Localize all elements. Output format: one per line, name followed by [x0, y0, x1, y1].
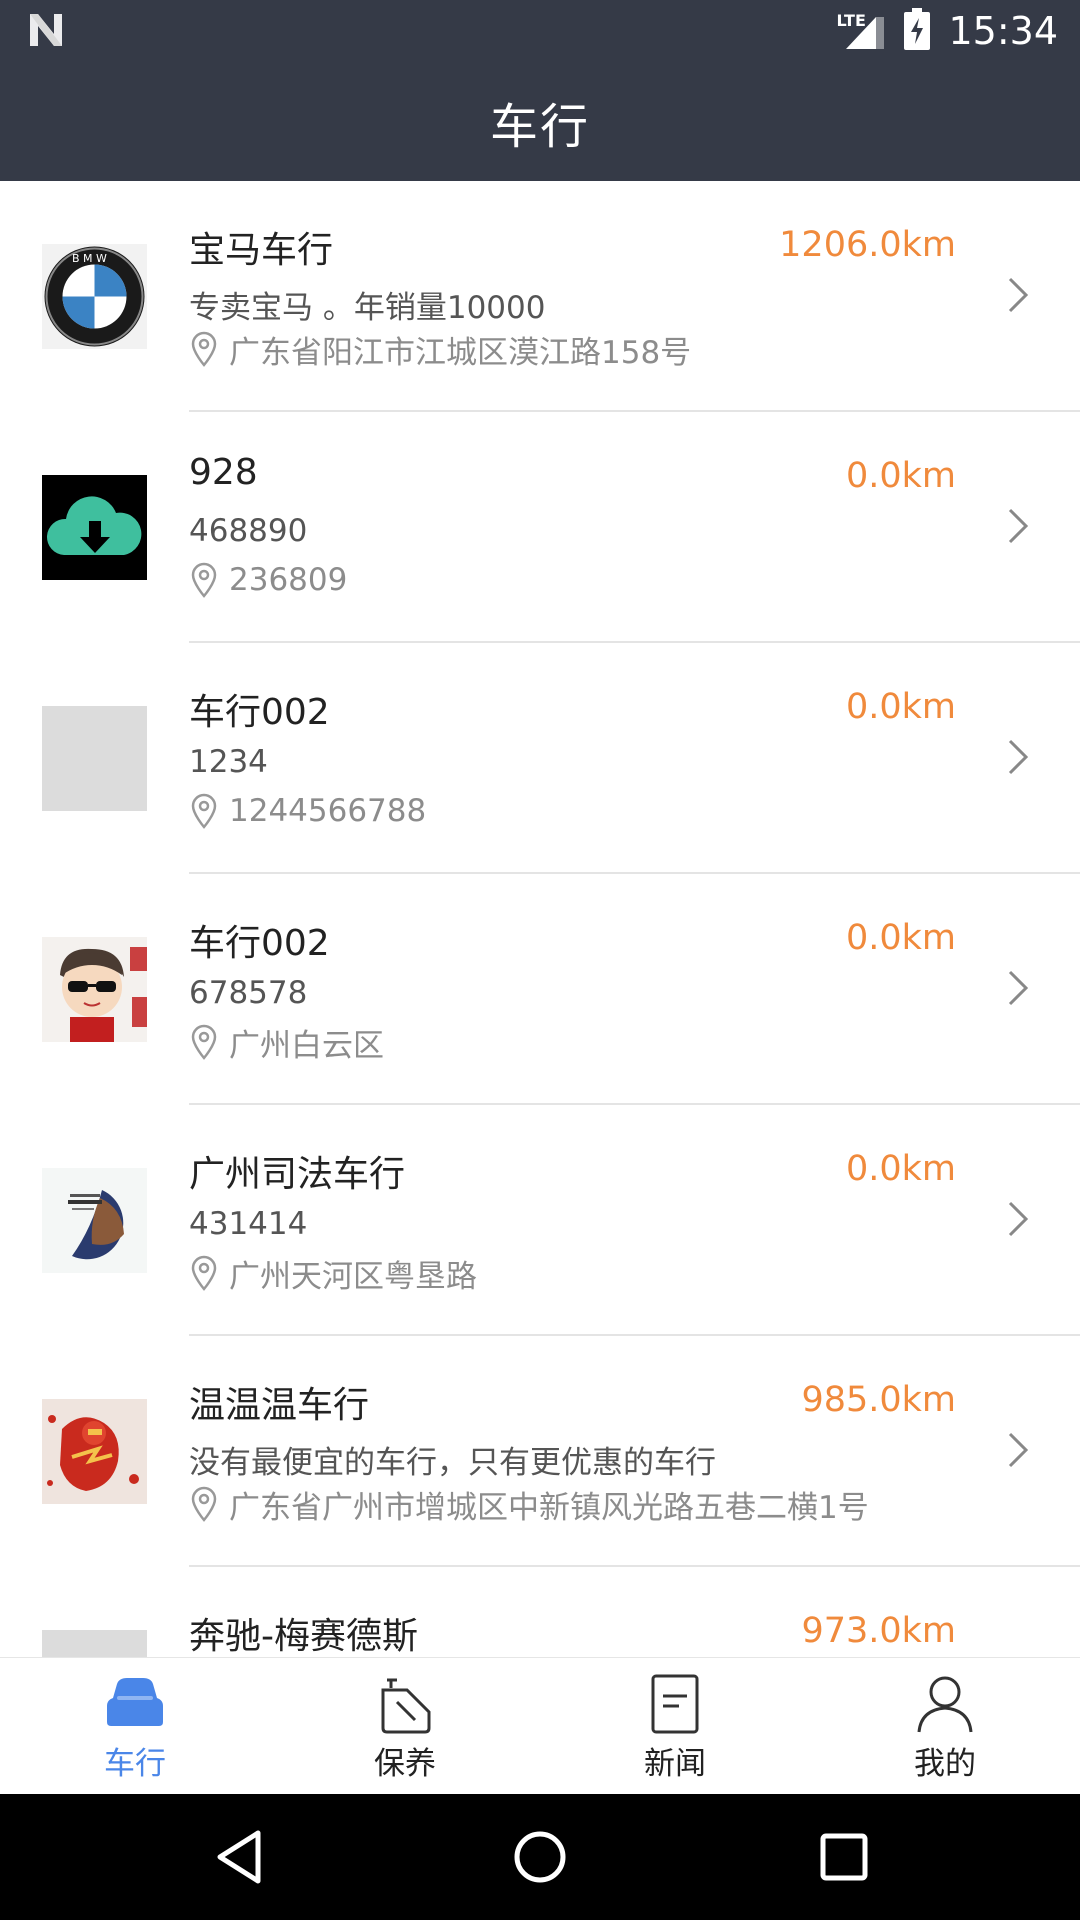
list-item[interactable]: 广州司法车行 0.0km 431414 广州天河区粤垦路 [0, 1105, 1080, 1336]
dealer-address: 广州天河区粤垦路 [229, 1258, 477, 1295]
dealer-distance: 985.0km [801, 1380, 956, 1420]
dealer-name: 928 [189, 452, 258, 493]
dealer-name: 车行002 [189, 692, 330, 733]
dealer-name: 车行002 [189, 923, 330, 964]
list-item[interactable]: B M W 宝马车行 1206.0km 专卖宝马 。年销量10000 广东省阳江… [0, 181, 1080, 412]
location-pin-icon [191, 793, 217, 829]
dealer-thumbnail-bmw-logo: B M W [42, 244, 147, 349]
dealer-thumbnail-poster [42, 1168, 147, 1273]
chevron-right-icon [1008, 508, 1029, 544]
oil-can-icon [381, 1678, 431, 1734]
dealer-description: 没有最便宜的车行，只有更优惠的车行 [189, 1445, 716, 1481]
dealer-description: 专卖宝马 。年销量10000 [189, 290, 546, 326]
back-icon[interactable] [210, 1827, 270, 1887]
dealer-address: 广东省广州市增城区中新镇风光路五巷二横1号 [229, 1489, 869, 1526]
page-title: 车行 [489, 98, 590, 155]
location-pin-icon [191, 562, 217, 598]
dealer-address: 236809 [229, 562, 348, 598]
list-item[interactable]: 温温温车行 985.0km 没有最便宜的车行，只有更优惠的车行 广东省广州市增城… [0, 1336, 1080, 1567]
status-time: 15:34 [948, 9, 1058, 53]
list-item[interactable]: 车行002 0.0km 1234 1244566788 [0, 643, 1080, 874]
recents-icon[interactable] [814, 1827, 874, 1887]
tab-label: 车行 [104, 1746, 166, 1782]
address-row: 广州天河区粤垦路 [189, 1253, 477, 1295]
home-icon[interactable] [510, 1827, 570, 1887]
dealer-name: 奔驰-梅赛德斯 [189, 1616, 418, 1657]
tab-maintenance[interactable]: 保养 [270, 1658, 540, 1795]
dealer-address: 1244566788 [229, 793, 427, 829]
list-item[interactable]: 奔驰-梅赛德斯 973.0km [0, 1567, 1080, 1657]
dealer-thumbnail-hero-image [42, 1399, 147, 1504]
dealer-distance: 1206.0km [779, 225, 956, 265]
dealer-description: 468890 [189, 513, 308, 549]
dealer-thumbnail-cloud-download [42, 475, 147, 580]
location-pin-icon [191, 331, 217, 367]
dealer-address: 广州白云区 [229, 1027, 384, 1064]
tab-dealers[interactable]: 车行 [0, 1658, 270, 1795]
dealer-distance: 0.0km [845, 456, 956, 496]
chevron-right-icon [1008, 1432, 1029, 1468]
dealer-name: 广州司法车行 [189, 1154, 406, 1195]
dealer-address: 广东省阳江市江城区漠江路158号 [229, 334, 692, 371]
dealer-description: 431414 [189, 1206, 308, 1242]
status-bar: LTE 15:34 [0, 0, 1080, 62]
dealer-distance: 0.0km [845, 687, 956, 727]
address-row: 广州白云区 [189, 1022, 384, 1064]
tab-profile[interactable]: 我的 [810, 1658, 1080, 1795]
svg-text:B M W: B M W [72, 252, 107, 265]
lte-signal-icon: LTE [836, 11, 886, 51]
dealer-name: 宝马车行 [189, 230, 334, 271]
dealer-thumbnail-placeholder [42, 706, 147, 811]
dealer-list[interactable]: B M W 宝马车行 1206.0km 专卖宝马 。年销量10000 广东省阳江… [0, 181, 1080, 1657]
dealer-description: 1234 [189, 744, 268, 780]
chevron-right-icon [1008, 739, 1029, 775]
dealer-description: 678578 [189, 975, 308, 1011]
car-icon [107, 1678, 163, 1726]
battery-charging-icon [904, 8, 931, 54]
address-row: 广东省阳江市江城区漠江路158号 [189, 329, 692, 371]
list-item[interactable]: 928 0.0km 468890 236809 [0, 412, 1080, 643]
system-nav-bar [0, 1794, 1080, 1920]
tab-label: 我的 [914, 1746, 976, 1782]
dealer-name: 温温温车行 [189, 1385, 370, 1426]
notification-n-icon [26, 12, 66, 52]
app-bar: 车行 [0, 62, 1080, 181]
location-pin-icon [191, 1024, 217, 1060]
address-row: 236809 [189, 560, 347, 600]
dealer-distance: 0.0km [845, 1149, 956, 1189]
chevron-right-icon [1008, 970, 1029, 1006]
dealer-distance: 0.0km [845, 918, 956, 958]
location-pin-icon [191, 1255, 217, 1291]
chevron-right-icon [1008, 277, 1029, 313]
tab-label: 保养 [374, 1746, 436, 1782]
person-icon [917, 1676, 973, 1733]
tab-news[interactable]: 新闻 [540, 1658, 810, 1795]
dealer-thumbnail-cartoon-avatar [42, 937, 147, 1042]
location-pin-icon [191, 1486, 217, 1522]
bottom-nav: 车行 保养 新闻 我的 [0, 1657, 1080, 1795]
dealer-distance: 973.0km [801, 1611, 956, 1651]
list-item[interactable]: 车行002 0.0km 678578 广州白云区 [0, 874, 1080, 1105]
address-row: 广东省广州市增城区中新镇风光路五巷二横1号 [189, 1484, 869, 1526]
news-icon [651, 1674, 699, 1734]
chevron-right-icon [1008, 1201, 1029, 1237]
address-row: 1244566788 [189, 791, 426, 831]
tab-label: 新闻 [644, 1746, 706, 1782]
dealer-thumbnail-placeholder [42, 1630, 147, 1657]
